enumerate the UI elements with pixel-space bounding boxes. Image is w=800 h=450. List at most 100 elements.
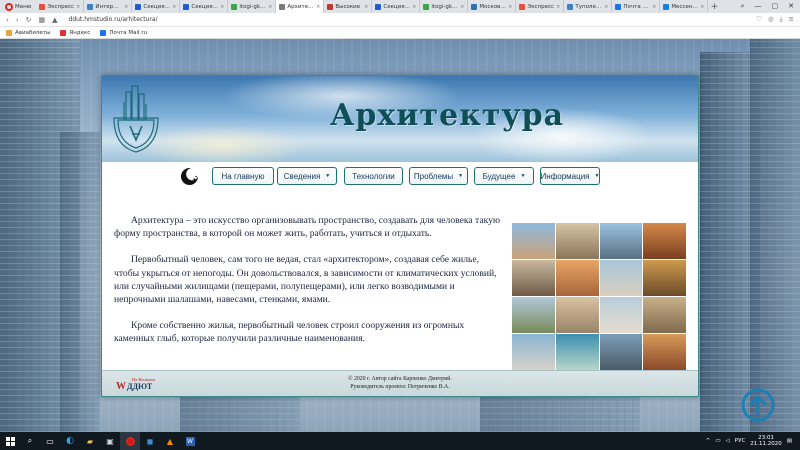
windows-start-icon[interactable] (0, 432, 20, 450)
architecture-photo (555, 334, 599, 370)
architecture-photo (643, 334, 686, 370)
speed-dial-icon[interactable]: ▦ (39, 16, 46, 24)
notifications-icon[interactable]: ▤ (787, 438, 792, 444)
nav-button[interactable]: На главную (212, 167, 274, 185)
tab-close-icon[interactable]: × (508, 4, 512, 10)
theme-toggle-moon-icon[interactable] (180, 167, 199, 186)
tab-favicon-icon (423, 3, 430, 10)
volume-icon[interactable]: ◁ (726, 438, 730, 444)
opera-menu-label: Меню (15, 3, 32, 10)
tab-close-icon[interactable]: × (220, 4, 224, 10)
opera-menu-button[interactable]: Меню (0, 0, 36, 13)
nav-button-label: Технологии (352, 171, 395, 181)
footer-project-lead: Руководитель проекта: Петриченко В.А. (350, 384, 450, 390)
article-text: Архитектура – это искусство организовыва… (114, 214, 504, 359)
download-icon[interactable]: ⤓ (780, 15, 783, 24)
file-explorer-icon[interactable]: ▰ (80, 432, 100, 450)
task-view-icon[interactable]: ▭ (40, 432, 60, 450)
word-icon[interactable]: W (180, 432, 200, 450)
browser-tab[interactable]: Интернет × (84, 0, 133, 13)
snapshot-icon[interactable]: ◎ (768, 15, 774, 24)
reload-icon[interactable]: ↻ (26, 16, 32, 24)
tab-close-icon[interactable]: × (76, 4, 80, 10)
easy-setup-icon[interactable]: ≡ (789, 15, 794, 24)
browser-tab[interactable]: Туполевск× (564, 0, 613, 13)
browser-tab[interactable]: Секция "Б × (372, 0, 421, 13)
maximize-icon[interactable]: ▢ (772, 2, 779, 11)
search-icon[interactable]: ⌕ (20, 432, 40, 450)
tab-favicon-icon (471, 3, 478, 10)
tab-favicon-icon (663, 3, 670, 10)
heart-icon[interactable]: ♡ (756, 15, 762, 24)
forward-icon[interactable]: › (16, 16, 19, 24)
dropdown-caret-icon: ▼ (325, 173, 331, 179)
nav-button[interactable]: Информация ▼ (540, 167, 600, 185)
scroll-to-top-icon[interactable] (741, 388, 775, 422)
nav-button[interactable]: Сведения ▼ (277, 167, 337, 185)
url-field[interactable]: ddut.hmstudio.ru/arhitectura/ (69, 16, 158, 23)
browser-tab[interactable]: itogi-gk-m × (420, 0, 469, 13)
site-container: Архитектура На главную Сведения ▼ Технологи… (101, 75, 699, 397)
new-tab-button[interactable]: + (708, 2, 720, 12)
tab-close-icon[interactable]: × (124, 4, 128, 10)
tab-close-icon[interactable]: × (652, 4, 656, 10)
bookmarks-bar: Авиабилеты Яндекс Почта Mail.ru (0, 27, 800, 39)
tab-close-icon[interactable]: × (412, 4, 416, 10)
tab-label: Экспресс (47, 3, 75, 10)
tab-close-icon[interactable]: × (268, 4, 272, 10)
language-indicator[interactable]: РУС (735, 438, 746, 444)
browser-tab[interactable]: Экспресс × (36, 0, 85, 13)
bookmark-label: Авиабилеты (15, 29, 51, 36)
page-title: Архитектура (330, 98, 565, 133)
nav-button[interactable]: Технологии (344, 167, 403, 185)
nav-button[interactable]: Проблемы ▼ (409, 167, 468, 185)
clock-date: 21.11.2020 (750, 441, 782, 447)
main-content: Архитектура – это искусство организовыва… (102, 190, 698, 370)
bookmark-item[interactable]: Авиабилеты (6, 29, 51, 36)
browser-tab[interactable]: itogi-gk-m × (228, 0, 277, 13)
tab-close-icon[interactable]: × (172, 4, 176, 10)
opera-taskbar-icon[interactable] (120, 432, 140, 450)
browser-tab[interactable]: Высокие × (324, 0, 373, 13)
architecture-photo (599, 297, 643, 333)
system-tray: ^ ▭ ◁ РУС 23:01 21.11.2020 ▤ (706, 435, 800, 448)
minimize-icon[interactable]: — (755, 2, 762, 11)
edge-icon[interactable]: ◐ (60, 432, 80, 450)
browser-tab[interactable]: Секция "Б × (132, 0, 181, 13)
tab-close-icon[interactable]: × (700, 4, 704, 10)
app-taskbar-icon[interactable]: ◼ (140, 432, 160, 450)
tab-close-icon[interactable]: × (316, 4, 320, 10)
browser-tab[interactable]: Почта Mail× (612, 0, 661, 13)
vlc-icon[interactable]: ▲ (160, 432, 180, 450)
clock[interactable]: 23:01 21.11.2020 (750, 435, 782, 448)
tab-close-icon[interactable]: × (604, 4, 608, 10)
bookmark-item[interactable]: Почта Mail.ru (100, 29, 147, 36)
browser-tab[interactable]: Мессендж× (660, 0, 709, 13)
browser-tab[interactable]: Московск × (468, 0, 517, 13)
architecture-photo (599, 223, 643, 259)
browser-tab[interactable]: Экспресс × (516, 0, 565, 13)
back-icon[interactable]: ‹ (6, 16, 9, 24)
browser-tab[interactable]: Секция "Б × (180, 0, 229, 13)
dropdown-caret-icon: ▼ (594, 173, 600, 179)
bookmark-favicon-icon (6, 29, 12, 36)
footer-copyright: © 2020 г. Автор сайта Карпенко Дмитрий. (348, 376, 452, 382)
architecture-photo (512, 297, 555, 333)
background-skyscraper (60, 132, 100, 432)
bookmark-item[interactable]: Яндекс (60, 29, 90, 36)
browser-tab[interactable]: Архитекту× (276, 0, 325, 13)
store-icon[interactable]: ▣ (100, 432, 120, 450)
main-nav: На главную Сведения ▼ Технологии Проблемы ▼ Бу… (102, 162, 698, 190)
tab-label: Секция "Б (143, 3, 171, 10)
security-warning-icon[interactable]: ▲ (52, 16, 57, 24)
tab-close-icon[interactable]: × (460, 4, 464, 10)
close-window-icon[interactable]: ✕ (788, 2, 794, 11)
search-tabs-icon[interactable]: ⌕ (741, 2, 745, 11)
architecture-photo (555, 260, 599, 296)
tab-close-icon[interactable]: × (556, 4, 560, 10)
tray-chevron-icon[interactable]: ^ (706, 438, 711, 444)
tab-close-icon[interactable]: × (364, 4, 368, 10)
nav-button[interactable]: Будущее ▼ (474, 167, 534, 185)
network-icon[interactable]: ▭ (715, 438, 720, 444)
tab-favicon-icon (615, 3, 622, 10)
